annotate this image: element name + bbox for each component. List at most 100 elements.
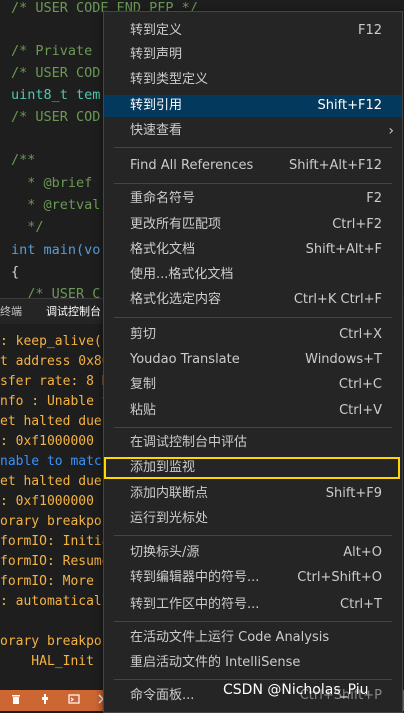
console-line: : keep_alive( — [0, 334, 102, 349]
code-line[interactable]: /* USER COD — [11, 107, 100, 127]
menu-separator — [114, 147, 392, 148]
menu-item-shortcut: F12 — [357, 23, 382, 38]
menu-item-label: 剪切 — [130, 327, 157, 342]
menu-item-paste[interactable]: 粘贴 Ctrl+V — [104, 400, 402, 422]
menu-item-label: 快速查看 — [130, 123, 183, 138]
menu-separator — [114, 621, 392, 622]
menu-item-shortcut: Shift+F9 — [325, 486, 382, 501]
code-line[interactable]: /* Private — [11, 41, 92, 61]
menu-item-go-to-symbol-in-workspace[interactable]: 转到工作区中的符号... Ctrl+T — [104, 594, 402, 616]
menu-item-go-to-type-definition[interactable]: 转到类型定义 — [104, 69, 402, 91]
menu-separator — [114, 317, 392, 318]
menu-separator — [114, 535, 392, 536]
code-line[interactable]: uint8_t tem — [11, 85, 100, 105]
menu-item-label: 添加内联断点 — [130, 486, 209, 501]
code-line[interactable]: /** — [11, 150, 35, 170]
menu-separator — [114, 183, 392, 184]
menu-item-label: 运行到光标处 — [130, 511, 209, 526]
plug-icon[interactable] — [38, 693, 52, 707]
code-line[interactable]: */ — [11, 217, 43, 237]
menu-item-shortcut: Ctrl+C — [338, 377, 382, 392]
menu-item-shortcut: Ctrl+T — [340, 597, 382, 612]
menu-item-youdao-translate[interactable]: Youdao Translate Windows+T — [104, 349, 402, 371]
tab-debug-console[interactable]: 调试控制台 — [46, 299, 104, 326]
menu-item-go-to-references[interactable]: 转到引用 Shift+F12 — [104, 95, 402, 117]
menu-item-label: 粘贴 — [130, 403, 157, 418]
code-line[interactable]: * @retval — [11, 195, 100, 215]
terminal-icon[interactable] — [67, 693, 81, 707]
menu-item-label: Find All References — [130, 158, 254, 173]
code-line[interactable]: * @brief — [11, 173, 92, 193]
menu-item-switch-header-source[interactable]: 切换标头/源 Alt+O — [104, 542, 402, 564]
menu-item-shortcut: Ctrl+F2 — [332, 217, 382, 232]
menu-item-label: 转到定义 — [130, 23, 183, 38]
tab-terminal[interactable]: 终端 — [0, 299, 30, 325]
console-line: formIO: Resume — [0, 554, 110, 569]
menu-item-label: 命令面板... — [130, 688, 195, 703]
menu-item-change-all-occurrences[interactable]: 更改所有匹配项 Ctrl+F2 — [104, 214, 402, 236]
console-line: nable to match — [0, 454, 110, 469]
console-line: t address 0x80 — [0, 354, 110, 369]
menu-item-find-all-references[interactable]: Find All References Shift+Alt+F12 — [104, 155, 402, 177]
menu-item-label: 更改所有匹配项 — [130, 217, 222, 232]
menu-item-evaluate-in-debug-console[interactable]: 在调试控制台中评估 — [104, 432, 402, 454]
menu-item-format-selection[interactable]: 格式化选定内容 Ctrl+K Ctrl+F — [104, 289, 402, 311]
menu-item-shortcut: Ctrl+K Ctrl+F — [293, 292, 382, 307]
code-line-text: uint8_t tem — [11, 87, 101, 103]
menu-separator — [114, 679, 392, 680]
console-line: : 0xf1000000 p — [0, 434, 110, 449]
chevron-right-icon: › — [388, 123, 394, 139]
menu-item-run-code-analysis[interactable]: 在活动文件上运行 Code Analysis — [104, 627, 402, 649]
menu-item-go-to-declaration[interactable]: 转到声明 — [104, 44, 402, 66]
menu-item-add-inline-breakpoint[interactable]: 添加内联断点 Shift+F9 — [104, 483, 402, 505]
console-line: nfo : Unable t — [0, 394, 110, 409]
menu-item-label: 使用...格式化文档 — [130, 267, 234, 282]
menu-item-label: 转到工作区中的符号... — [130, 597, 260, 612]
code-line[interactable]: /* USER COD — [11, 63, 100, 83]
context-menu: 转到定义 F12 转到声明 转到类型定义 转到引用 Shift+F12 快速查看 › … — [103, 11, 403, 713]
menu-item-peek[interactable]: 快速查看 › — [104, 120, 402, 142]
menu-item-shortcut: Ctrl+Shift+O — [297, 570, 382, 585]
watermark-text: CSDN @Nicholas_Piu — [223, 682, 369, 698]
menu-item-shortcut: Shift+Alt+F — [305, 242, 382, 257]
menu-item-restart-intellisense[interactable]: 重启活动文件的 IntelliSense — [104, 652, 402, 674]
console-line: : automaticall — [0, 594, 110, 609]
menu-item-format-document-with[interactable]: 使用...格式化文档 — [104, 264, 402, 286]
menu-item-label: 在活动文件上运行 Code Analysis — [130, 630, 330, 645]
console-line: formIO: Initia — [0, 534, 110, 549]
menu-item-go-to-symbol-in-editor[interactable]: 转到编辑器中的符号... Ctrl+Shift+O — [104, 567, 402, 589]
menu-item-label: 转到编辑器中的符号... — [130, 570, 260, 585]
menu-item-label: 格式化文档 — [130, 242, 196, 257]
console-line: formIO: More c — [0, 574, 110, 589]
menu-item-label: 格式化选定内容 — [130, 292, 222, 307]
menu-item-shortcut: F2 — [366, 191, 382, 206]
console-line: et halted due — [0, 474, 102, 489]
menu-item-go-to-definition[interactable]: 转到定义 F12 — [104, 20, 402, 42]
console-line: orary breakpoi — [0, 634, 110, 649]
code-line[interactable]: { — [11, 262, 19, 282]
menu-item-shortcut: Alt+O — [343, 545, 382, 560]
menu-item-copy[interactable]: 复制 Ctrl+C — [104, 374, 402, 396]
menu-item-add-to-watch[interactable]: 添加到监视 — [104, 457, 400, 479]
menu-item-rename-symbol[interactable]: 重命名符号 F2 — [104, 188, 402, 210]
console-line: orary breakpoi — [0, 514, 110, 529]
menu-item-label: 转到类型定义 — [130, 72, 209, 87]
menu-item-cut[interactable]: 剪切 Ctrl+X — [104, 324, 402, 346]
menu-item-label: 切换标头/源 — [130, 545, 200, 560]
console-line: : 0xf1000000 p — [0, 494, 110, 509]
code-line[interactable]: int main(vo — [11, 240, 100, 260]
menu-item-label: 重启活动文件的 IntelliSense — [130, 655, 301, 670]
menu-item-label: 转到引用 — [130, 98, 183, 113]
console-line: HAL_Init — [0, 654, 94, 669]
menu-item-label: 复制 — [130, 377, 157, 392]
menu-item-shortcut: Windows+T — [305, 352, 382, 367]
menu-item-run-to-cursor[interactable]: 运行到光标处 — [104, 508, 402, 530]
menu-item-label: 转到声明 — [130, 47, 183, 62]
menu-item-shortcut: Ctrl+V — [339, 403, 382, 418]
menu-item-format-document[interactable]: 格式化文档 Shift+Alt+F — [104, 239, 402, 261]
trash-icon[interactable] — [9, 693, 23, 707]
menu-item-label: Youdao Translate — [130, 352, 240, 367]
menu-item-label: 在调试控制台中评估 — [130, 435, 248, 450]
console-line: et halted due — [0, 414, 102, 429]
menu-item-shortcut: Shift+F12 — [317, 98, 382, 113]
